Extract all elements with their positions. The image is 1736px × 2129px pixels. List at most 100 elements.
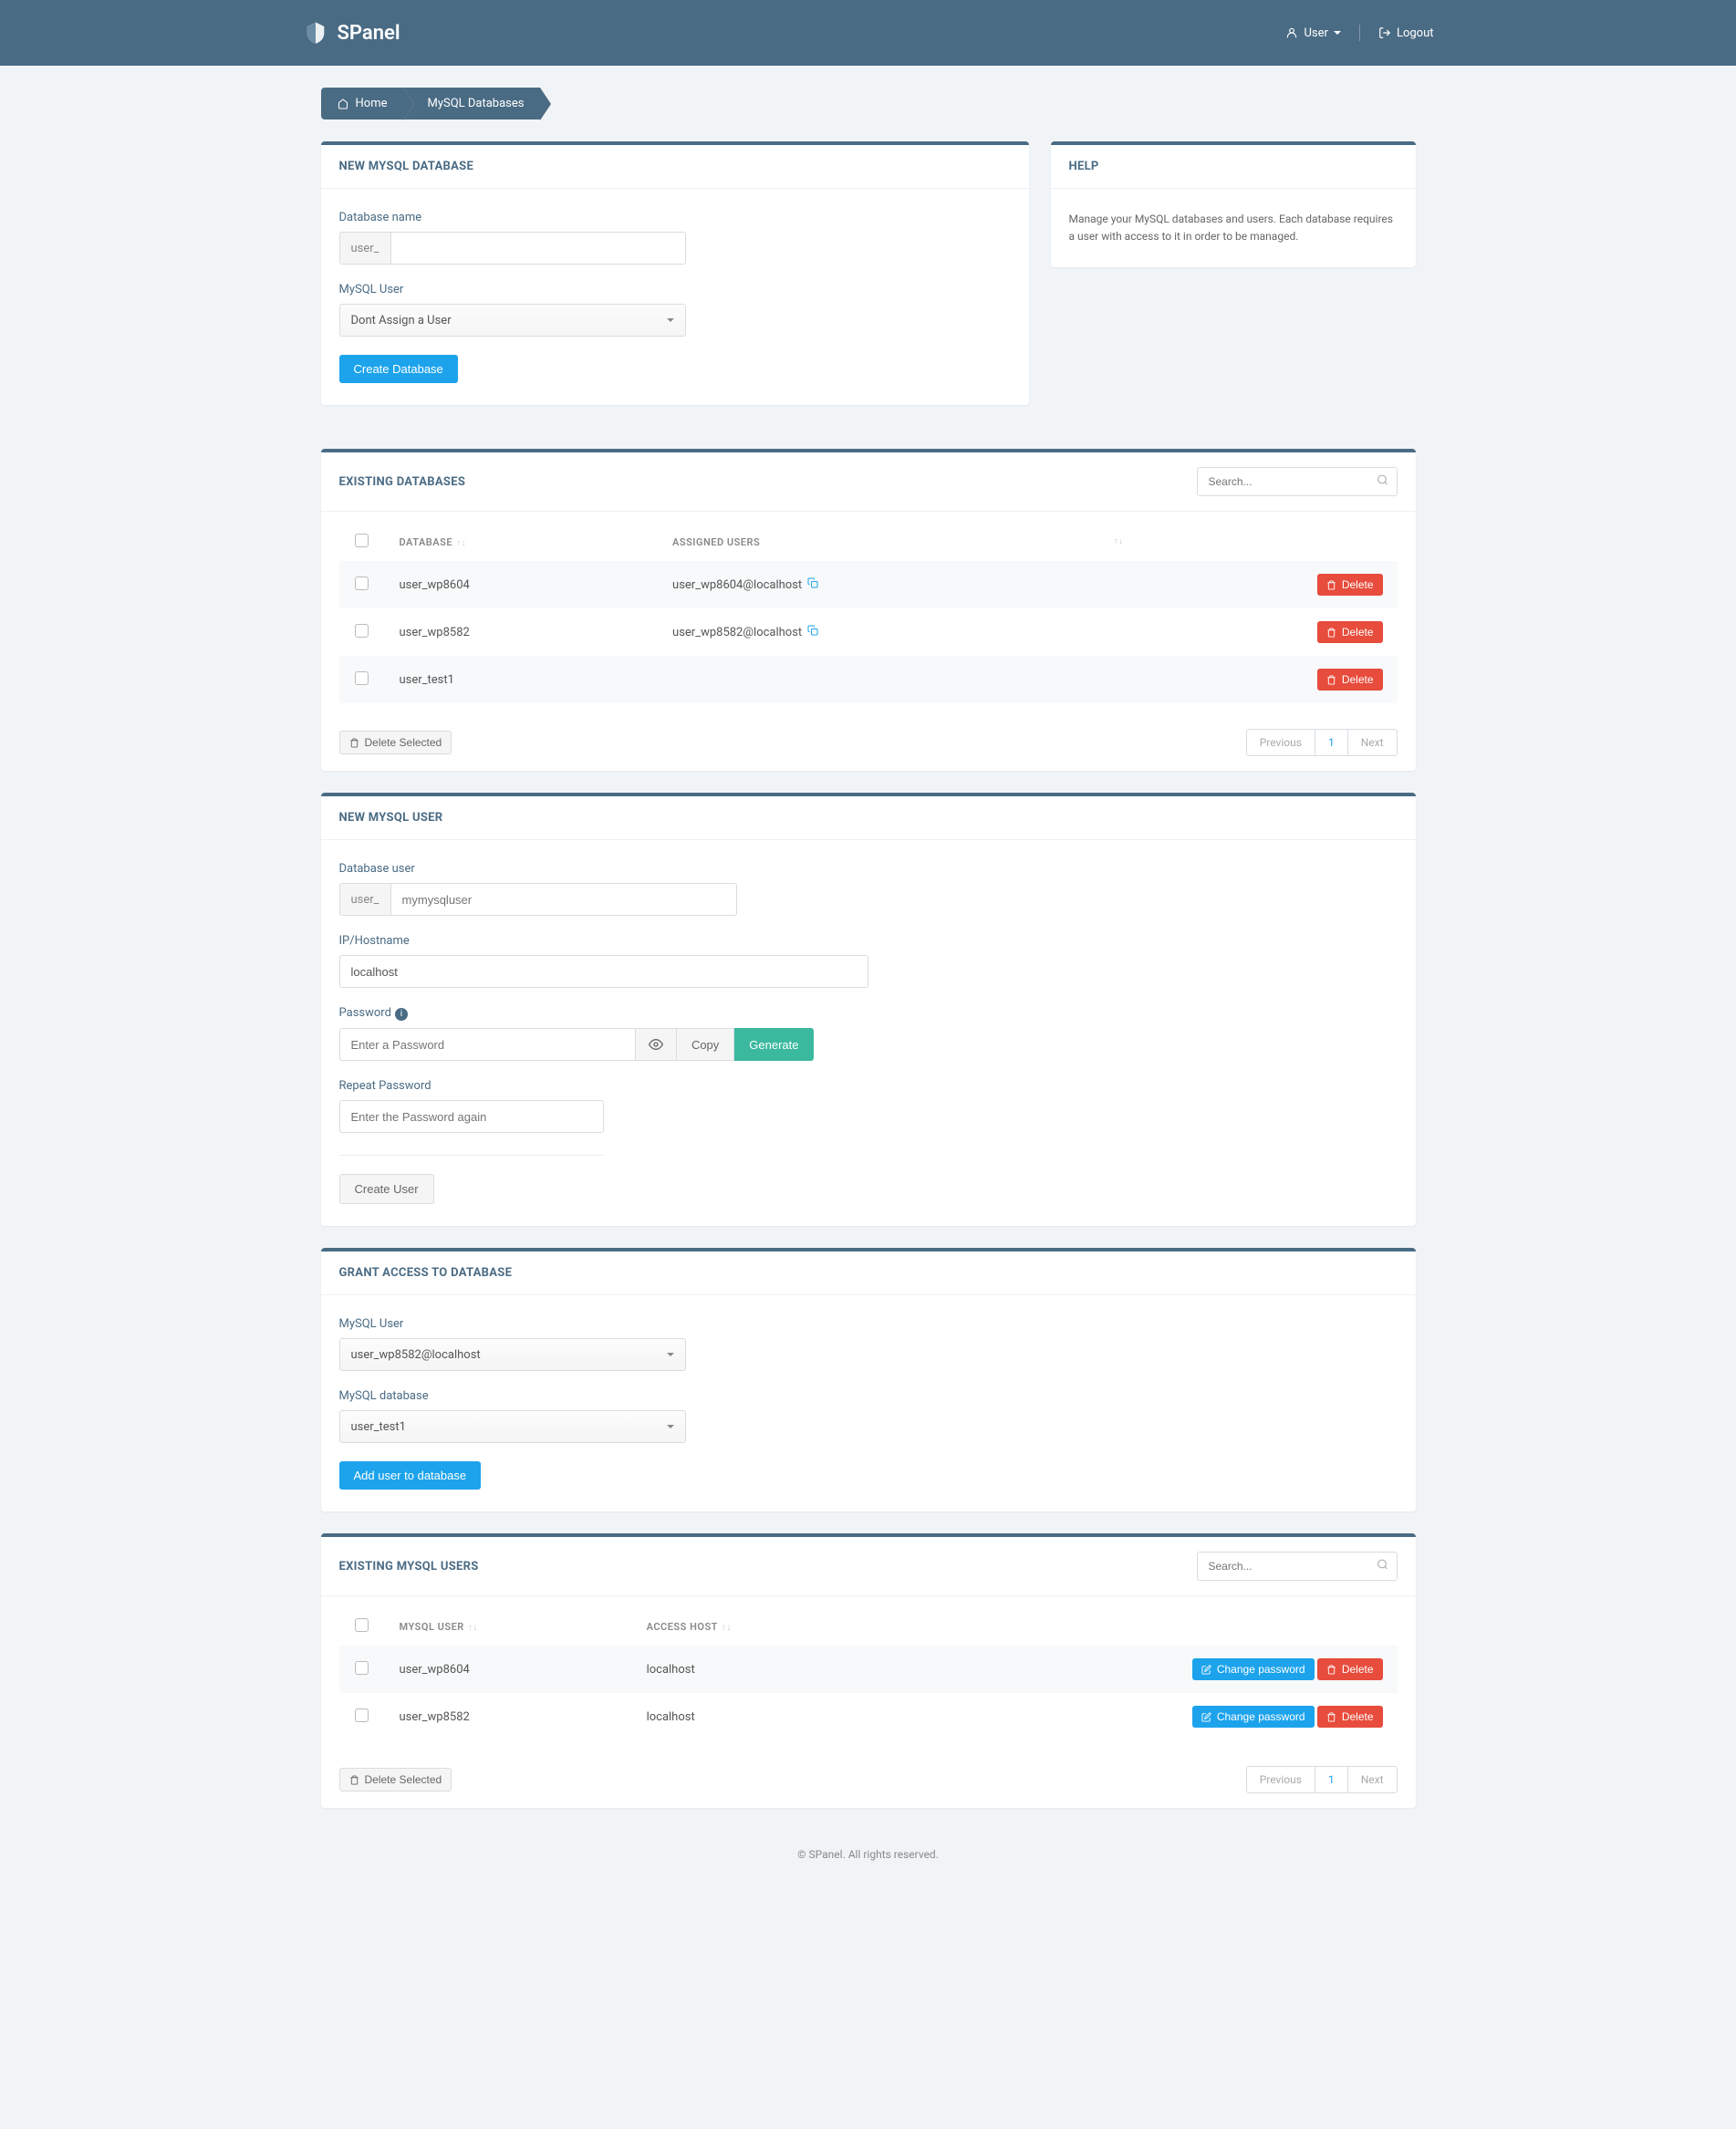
- grant-db-selected: user_test1: [351, 1420, 406, 1434]
- breadcrumb-current: MySQL Databases: [403, 88, 540, 119]
- assigned-user-cell: user_wp8604@localhost: [672, 578, 802, 592]
- top-header: SPanel User Logout: [0, 0, 1736, 66]
- caret-down-icon: [667, 1353, 674, 1356]
- password-input[interactable]: [339, 1028, 636, 1061]
- copy-icon[interactable]: [807, 578, 818, 592]
- new-user-card: NEW MYSQL USER Database user user_ IP/Ho…: [321, 793, 1416, 1226]
- prev-page[interactable]: Previous: [1247, 1767, 1315, 1792]
- existing-databases-title: EXISTING DATABASES: [339, 475, 466, 489]
- delete-button[interactable]: Delete: [1317, 574, 1383, 596]
- db-name-cell: user_test1: [385, 656, 659, 703]
- repeat-password-label: Repeat Password: [339, 1079, 1398, 1093]
- page-number[interactable]: 1: [1315, 1767, 1348, 1792]
- eye-icon: [649, 1037, 663, 1052]
- existing-users-title: EXISTING MYSQL USERS: [339, 1560, 479, 1573]
- help-card: HELP Manage your MySQL databases and use…: [1051, 141, 1416, 267]
- copy-password-button[interactable]: Copy: [677, 1028, 734, 1061]
- generate-password-button[interactable]: Generate: [734, 1028, 813, 1061]
- change-password-button[interactable]: Change password: [1192, 1706, 1315, 1728]
- row-checkbox[interactable]: [355, 624, 369, 638]
- breadcrumb: Home MySQL Databases: [321, 88, 1416, 119]
- mysql-user-label: MySQL User: [339, 283, 1011, 296]
- add-user-to-db-button[interactable]: Add user to database: [339, 1461, 482, 1490]
- row-checkbox[interactable]: [355, 671, 369, 685]
- databases-table: DATABASE↑↓ ASSIGNED USERS↑↓ user_wp8604 …: [339, 523, 1398, 703]
- sort-icon: ↑↓: [456, 538, 466, 548]
- delete-selected-button[interactable]: Delete Selected: [339, 1768, 452, 1791]
- next-page[interactable]: Next: [1348, 1767, 1397, 1792]
- trash-icon: [1326, 1712, 1336, 1722]
- trash-icon: [1326, 628, 1336, 638]
- logo-text: SPanel: [338, 22, 400, 45]
- db-name-cell: user_wp8604: [385, 561, 659, 608]
- row-checkbox[interactable]: [355, 576, 369, 590]
- create-database-button[interactable]: Create Database: [339, 355, 458, 383]
- home-icon: [338, 99, 348, 109]
- db-search-input[interactable]: [1197, 467, 1398, 496]
- delete-selected-button[interactable]: Delete Selected: [339, 731, 452, 754]
- db-name-cell: user_wp8582: [385, 608, 659, 656]
- sort-icon: ↑↓: [468, 1623, 478, 1633]
- existing-users-card: EXISTING MYSQL USERS MYSQL USER ↑↓ ACCESS…: [321, 1533, 1416, 1808]
- host-cell: localhost: [632, 1693, 894, 1740]
- logo[interactable]: SPanel: [303, 20, 400, 46]
- host-cell: localhost: [632, 1646, 894, 1693]
- trash-icon: [349, 1775, 359, 1785]
- info-icon[interactable]: i: [395, 1008, 408, 1021]
- grant-db-label: MySQL database: [339, 1389, 1398, 1403]
- next-page[interactable]: Next: [1348, 730, 1397, 755]
- col-host-header[interactable]: ACCESS HOST: [647, 1621, 718, 1633]
- trash-icon: [349, 738, 359, 748]
- user-label: User: [1304, 26, 1327, 40]
- logout-icon: [1378, 26, 1391, 39]
- col-user-header[interactable]: MYSQL USER: [400, 1621, 464, 1633]
- pagination: Previous 1 Next: [1246, 1766, 1398, 1793]
- copy-icon[interactable]: [807, 626, 818, 639]
- user-menu[interactable]: User: [1285, 26, 1340, 40]
- table-row: user_wp8582 localhost Change password De…: [339, 1693, 1398, 1740]
- breadcrumb-home[interactable]: Home: [321, 88, 404, 119]
- delete-button[interactable]: Delete: [1317, 1706, 1383, 1728]
- caret-down-icon: [667, 318, 674, 322]
- help-text: Manage your MySQL databases and users. E…: [1069, 211, 1398, 245]
- select-all-checkbox[interactable]: [355, 534, 369, 547]
- delete-button[interactable]: Delete: [1317, 1658, 1383, 1680]
- breadcrumb-current-label: MySQL Databases: [427, 97, 524, 110]
- create-user-button[interactable]: Create User: [339, 1174, 434, 1204]
- logout-button[interactable]: Logout: [1378, 26, 1434, 40]
- change-password-button[interactable]: Change password: [1192, 1658, 1315, 1680]
- grant-db-select[interactable]: user_test1: [339, 1410, 686, 1443]
- existing-databases-card: EXISTING DATABASES DATABASE↑↓ ASSIGNED U…: [321, 449, 1416, 771]
- table-row: user_test1 Delete: [339, 656, 1398, 703]
- trash-icon: [1326, 675, 1336, 685]
- grant-user-select[interactable]: user_wp8582@localhost: [339, 1338, 686, 1371]
- search-icon: [1377, 1559, 1388, 1574]
- search-icon: [1377, 474, 1388, 490]
- grant-user-selected: user_wp8582@localhost: [351, 1348, 481, 1362]
- sort-icon: ↑↓: [722, 1623, 732, 1633]
- db-user-label: Database user: [339, 862, 1398, 876]
- row-checkbox[interactable]: [355, 1661, 369, 1675]
- user-search-input[interactable]: [1197, 1552, 1398, 1581]
- table-row: user_wp8582 user_wp8582@localhost Delete: [339, 608, 1398, 656]
- toggle-password-button[interactable]: [636, 1028, 677, 1061]
- delete-button[interactable]: Delete: [1317, 669, 1383, 691]
- delete-button[interactable]: Delete: [1317, 621, 1383, 643]
- mysql-user-select[interactable]: Dont Assign a User: [339, 304, 686, 337]
- grant-user-label: MySQL User: [339, 1317, 1398, 1331]
- trash-icon: [1326, 580, 1336, 590]
- host-input[interactable]: [339, 955, 868, 988]
- user-name-cell: user_wp8582: [385, 1693, 632, 1740]
- row-checkbox[interactable]: [355, 1708, 369, 1722]
- db-name-prefix: user_: [339, 232, 390, 265]
- col-database-header[interactable]: DATABASE: [400, 536, 453, 548]
- page-number[interactable]: 1: [1315, 730, 1348, 755]
- col-assigned-header[interactable]: ASSIGNED USERS: [672, 536, 760, 548]
- db-name-input[interactable]: [390, 232, 686, 265]
- prev-page[interactable]: Previous: [1247, 730, 1315, 755]
- caret-down-icon: [1334, 31, 1341, 35]
- repeat-password-input[interactable]: [339, 1100, 604, 1133]
- select-all-checkbox[interactable]: [355, 1618, 369, 1632]
- new-database-title: NEW MYSQL DATABASE: [339, 160, 474, 173]
- db-user-input[interactable]: [390, 883, 737, 916]
